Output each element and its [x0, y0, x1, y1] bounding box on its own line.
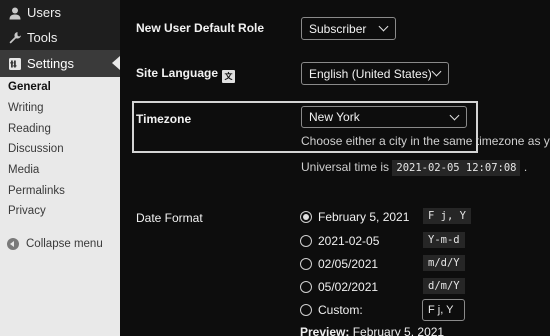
date-format-radio-custom[interactable]: [300, 304, 312, 316]
admin-sidebar: Users Tools Settings General Writing Rea…: [0, 0, 120, 336]
date-format-option-1-code: F j, Y: [423, 208, 471, 224]
site-language-label: Site Language 文: [136, 66, 236, 83]
universal-time-suffix: .: [523, 160, 528, 174]
date-format-radio-4[interactable]: [300, 281, 312, 293]
date-format-option-3-label: 02/05/2021: [318, 257, 379, 271]
universal-time-prefix: Universal time is: [301, 160, 390, 174]
date-format-custom-label: Custom:: [318, 303, 363, 317]
sidebar-item-users[interactable]: Users: [0, 0, 120, 25]
timezone-value: New York: [309, 110, 360, 124]
default-role-label: New User Default Role: [136, 21, 265, 35]
site-language-select[interactable]: English (United States): [301, 62, 449, 85]
date-format-preview: Preview: February 5, 2021: [300, 325, 444, 336]
wrench-icon: [8, 31, 22, 45]
date-format-radio-1[interactable]: [300, 211, 312, 223]
collapse-area: Collapse menu: [0, 229, 120, 336]
date-format-option-4-label: 05/02/2021: [318, 280, 379, 294]
timezone-description: Choose either a city in the same timezon…: [301, 134, 550, 148]
site-language-text: Site Language: [136, 66, 219, 80]
current-menu-arrow: [112, 56, 120, 70]
settings-icon: [8, 57, 22, 71]
date-format-radio-2[interactable]: [300, 235, 312, 247]
default-role-select[interactable]: Subscriber: [301, 17, 396, 40]
timezone-label: Timezone: [136, 112, 192, 126]
sidebar-item-settings[interactable]: Settings: [0, 50, 120, 77]
chevron-down-icon: [431, 66, 442, 77]
submenu-discussion[interactable]: Discussion: [0, 139, 120, 160]
universal-time-value: 2021-02-05 12:07:08: [392, 160, 521, 176]
custom-format-value: F j, Y: [428, 304, 454, 316]
date-format-custom-input[interactable]: F j, Y: [422, 299, 465, 321]
preview-label: Preview:: [300, 325, 350, 336]
submenu-reading[interactable]: Reading: [0, 118, 120, 139]
default-role-value: Subscriber: [309, 21, 367, 36]
submenu-media[interactable]: Media: [0, 160, 120, 181]
collapse-menu-button[interactable]: Collapse menu: [7, 238, 103, 250]
universal-time-row: Universal time is 2021-02-05 12:07:08 .: [301, 160, 527, 176]
submenu-writing[interactable]: Writing: [0, 98, 120, 119]
submenu-general[interactable]: General: [0, 77, 120, 98]
date-format-option-3-code: m/d/Y: [423, 255, 465, 271]
sidebar-item-label: Tools: [27, 30, 58, 45]
sidebar-item-tools[interactable]: Tools: [0, 25, 120, 50]
chevron-down-icon: [378, 21, 389, 32]
date-format-radio-3[interactable]: [300, 258, 312, 270]
translation-icon: 文: [222, 70, 236, 83]
date-format-label: Date Format: [136, 211, 203, 225]
collapse-menu-label: Collapse menu: [26, 238, 103, 250]
timezone-select[interactable]: New York: [301, 106, 467, 128]
date-format-option-2-code: Y-m-d: [423, 232, 465, 248]
collapse-arrow-icon: [7, 238, 19, 250]
submenu-permalinks[interactable]: Permalinks: [0, 180, 120, 201]
submenu-privacy[interactable]: Privacy: [0, 201, 120, 222]
users-icon: [8, 6, 22, 20]
sidebar-item-label: Settings: [27, 56, 74, 71]
date-format-option-4-code: d/m/Y: [423, 278, 465, 294]
date-format-option-2-label: 2021-02-05: [318, 234, 380, 248]
settings-main: New User Default Role Subscriber Site La…: [120, 0, 550, 336]
chevron-down-icon: [449, 110, 460, 121]
site-language-value: English (United States): [309, 66, 432, 81]
sidebar-item-label: Users: [27, 5, 61, 20]
date-format-option-1-label: February 5, 2021: [318, 210, 410, 224]
settings-submenu: General Writing Reading Discussion Media…: [0, 77, 120, 229]
preview-value: February 5, 2021: [352, 325, 445, 336]
